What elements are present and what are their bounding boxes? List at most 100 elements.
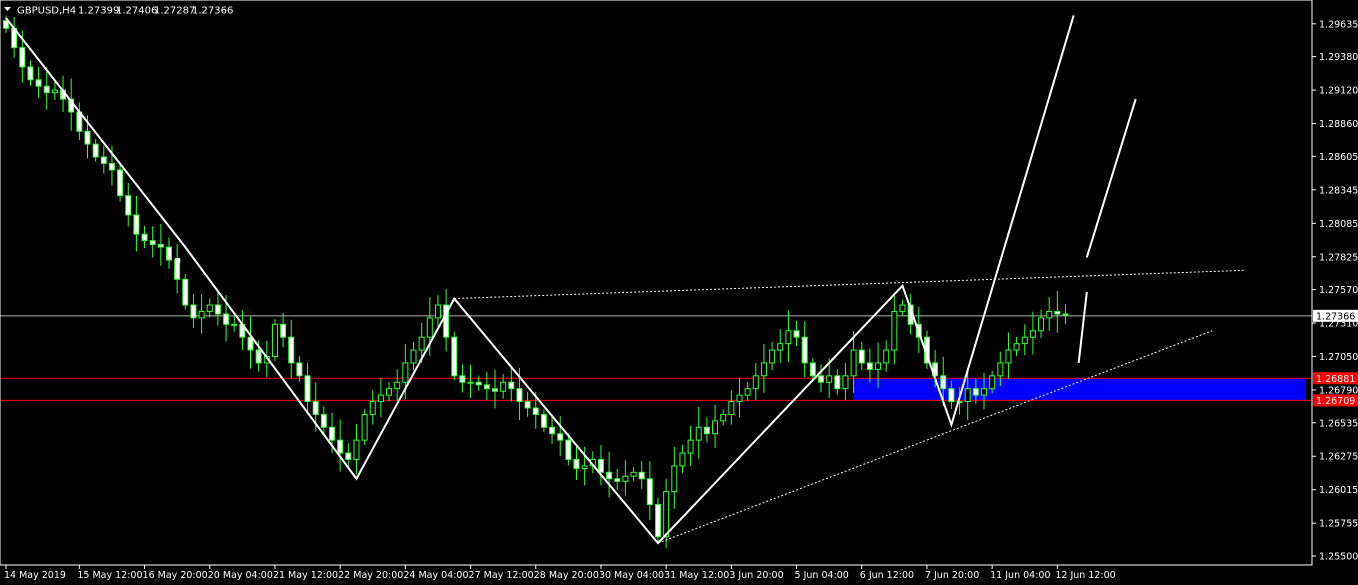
candle-body-bull (467, 381, 474, 384)
candle-body-bear (337, 439, 344, 454)
candle-body-bear (214, 304, 221, 315)
candle-body-bear (280, 323, 287, 338)
candle-body-bear (27, 66, 34, 81)
candle-body-bull (434, 304, 441, 319)
candle-body-bear (524, 401, 531, 409)
candle-body-bear (475, 381, 482, 386)
candle-body-bull (1046, 310, 1053, 319)
candle-body-bear (793, 330, 800, 338)
candle-body-bull (679, 452, 686, 467)
x-tick-label: 24 May 04:00 (403, 570, 468, 581)
candle-body-bull (426, 317, 433, 338)
candle-body-bear (288, 336, 295, 364)
candle (182, 274, 189, 310)
candle-body-bull (891, 310, 898, 351)
candle-body-bear (190, 304, 197, 319)
candle-body-bear (646, 478, 653, 506)
candle-body-bull (736, 394, 743, 403)
ohlc-close: 1.27366 (192, 6, 233, 17)
y-tick-label: 1.26275 (1319, 452, 1358, 463)
y-tick-label: 1.25755 (1319, 519, 1358, 530)
candle-body-bull (418, 336, 425, 351)
candle-body-bear (606, 471, 613, 480)
candle-body-bear (296, 362, 303, 377)
candle-body-bear (557, 433, 564, 441)
y-tick-label: 1.29380 (1319, 52, 1358, 63)
candle-body-bull (1005, 349, 1012, 364)
candle-body-bear (532, 407, 539, 415)
candle-body-bull (231, 323, 238, 326)
candle-body-bear (948, 388, 955, 403)
y-tick-label: 1.27050 (1319, 352, 1358, 363)
candle-body-bear (255, 349, 262, 364)
ohlc-high: 1.27406 (116, 6, 157, 17)
candle-body-bull (842, 375, 849, 390)
candle (655, 497, 661, 543)
candle-body-bull (377, 394, 384, 403)
y-tick-label: 1.27570 (1319, 285, 1358, 296)
y-tick-label: 1.28605 (1319, 152, 1358, 163)
candle-body-bear (117, 169, 124, 197)
candle-body-bull (785, 330, 792, 345)
candle-body-bear (940, 375, 947, 390)
candle-body-bear (834, 375, 841, 390)
candle-body-bull (875, 362, 882, 370)
candle-body-bull (630, 471, 637, 477)
candle-body-bull (728, 401, 735, 415)
candle-body-bear (84, 130, 91, 145)
candle-body-bull (850, 349, 857, 377)
candle-body-bear (35, 79, 42, 87)
current-price-tag-label: 1.27366 (1316, 311, 1355, 322)
candle-body-bear (19, 47, 26, 68)
candle-body-bull (271, 323, 278, 358)
candle-body-bear (182, 278, 189, 306)
candle-body-bear (638, 471, 645, 480)
candle-body-bull (826, 375, 833, 383)
x-tick-label: 5 Jun 04:00 (795, 570, 849, 581)
candle-body-bear (818, 375, 824, 383)
candle-body-bear (1062, 313, 1069, 316)
candle-body-bull (198, 310, 205, 319)
candle-body-bull (720, 413, 727, 422)
y-tick-label: 1.28345 (1319, 185, 1358, 196)
candle-body-bear (223, 313, 230, 325)
x-tick-label: 27 May 12:00 (469, 570, 534, 581)
candle-body-bull (622, 475, 629, 482)
candle-body-bull (500, 381, 507, 392)
x-tick-label: 28 May 20:00 (534, 570, 599, 581)
candle-body-bull (997, 362, 1004, 377)
y-tick-label: 1.26015 (1319, 485, 1358, 496)
y-tick-label: 1.26535 (1319, 418, 1358, 429)
candle-body-bull (410, 349, 417, 364)
x-tick-label: 21 May 12:00 (273, 570, 338, 581)
x-tick-label: 7 Jun 20:00 (925, 570, 979, 581)
candle-body-bull (899, 304, 906, 312)
candle-body-bear (492, 388, 498, 392)
chart-canvas[interactable]: 1.29635 1.29380 1.29120 1.28860 1.28605 1.283… (0, 0, 1358, 585)
candle-body-bear (125, 195, 132, 216)
x-tick-label: 30 May 04:00 (599, 570, 664, 581)
candle-body-bull (744, 388, 751, 396)
candle-body-bear (451, 336, 458, 377)
candle-body-bear (304, 375, 311, 403)
candle-body-bull (769, 349, 776, 364)
candle-body-bull (402, 362, 409, 383)
candle-body-bear (320, 413, 327, 428)
x-tick-label: 3 Jun 20:00 (729, 570, 783, 581)
candle-body-bear (972, 388, 979, 396)
candle-body-bull (1021, 336, 1028, 345)
candle-body-bear (573, 458, 580, 469)
candle-body-bear (1054, 310, 1061, 315)
candle-body-bull (964, 388, 971, 403)
candle-body-bull (386, 388, 393, 396)
candle-body-bull (353, 439, 360, 460)
candle-body-bull (981, 388, 987, 396)
x-tick-label: 20 May 04:00 (208, 570, 273, 581)
x-tick-label: 14 May 2019 (4, 570, 66, 581)
demand-zone-rect (853, 378, 1306, 401)
x-tick-label: 12 Jun 12:00 (1055, 570, 1115, 581)
candle (451, 332, 458, 381)
candle-body-bull (581, 465, 588, 469)
candle-body-bear (92, 143, 99, 158)
y-tick-label: 1.29635 (1319, 19, 1358, 30)
